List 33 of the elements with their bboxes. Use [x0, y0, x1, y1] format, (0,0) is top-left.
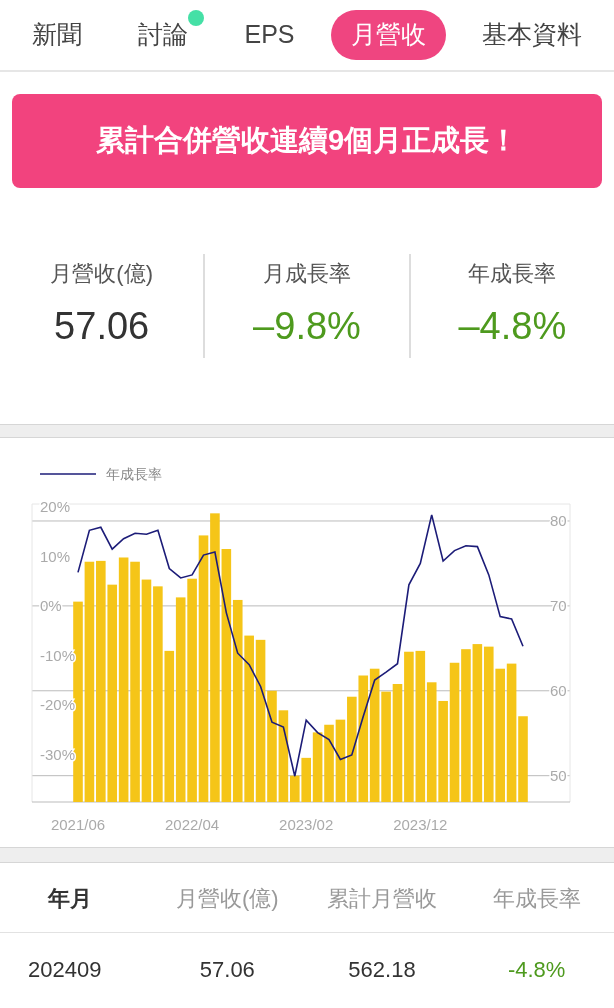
tab[interactable]: 基本資料: [461, 10, 602, 60]
tab[interactable]: 討論: [118, 10, 209, 60]
column-header: 年成長率: [491, 885, 582, 913]
column-header: 年月: [46, 885, 93, 913]
stat-label: 月成長率: [263, 260, 351, 288]
axis-label: 2022/04: [165, 816, 220, 833]
axis-label: 20%: [40, 498, 71, 515]
axis-label: 2023/02: [279, 816, 334, 833]
axis-label: 60: [550, 681, 567, 699]
axis-label: 10%: [40, 547, 71, 565]
table-cell-text: 202409: [27, 955, 103, 984]
table-cell-text: 562.18: [347, 955, 417, 984]
axis-label: 50: [550, 766, 567, 784]
stat-value: –9.8%: [253, 304, 361, 349]
legend-line-icon: [39, 473, 97, 475]
banner: 累計合併營收連續9個月正成長！: [12, 94, 602, 188]
tab[interactable]: 新聞: [12, 10, 103, 60]
axis-label: 70: [550, 596, 567, 614]
legend-label: 年成長率: [106, 466, 162, 482]
tab[interactable]: 月營收: [330, 10, 446, 60]
stat-label: 月營收(億): [50, 260, 153, 288]
axis-label: 2023/12: [393, 816, 448, 833]
axis-label: 2021/06: [50, 816, 106, 833]
tab[interactable]: EPS: [224, 10, 315, 60]
stat-label: 年成長率: [468, 260, 557, 288]
stat-value: 57.06: [54, 304, 150, 349]
axis-label: 0%: [40, 597, 62, 615]
axis-label: 80: [550, 512, 567, 529]
column-header: 累計月營收: [326, 885, 438, 913]
stat-value: –4.8%: [458, 304, 567, 349]
table-cell-text: -4.8%: [506, 955, 567, 984]
table-cell-text: 57.06: [198, 955, 256, 984]
column-header: 月營收(億): [175, 885, 280, 913]
